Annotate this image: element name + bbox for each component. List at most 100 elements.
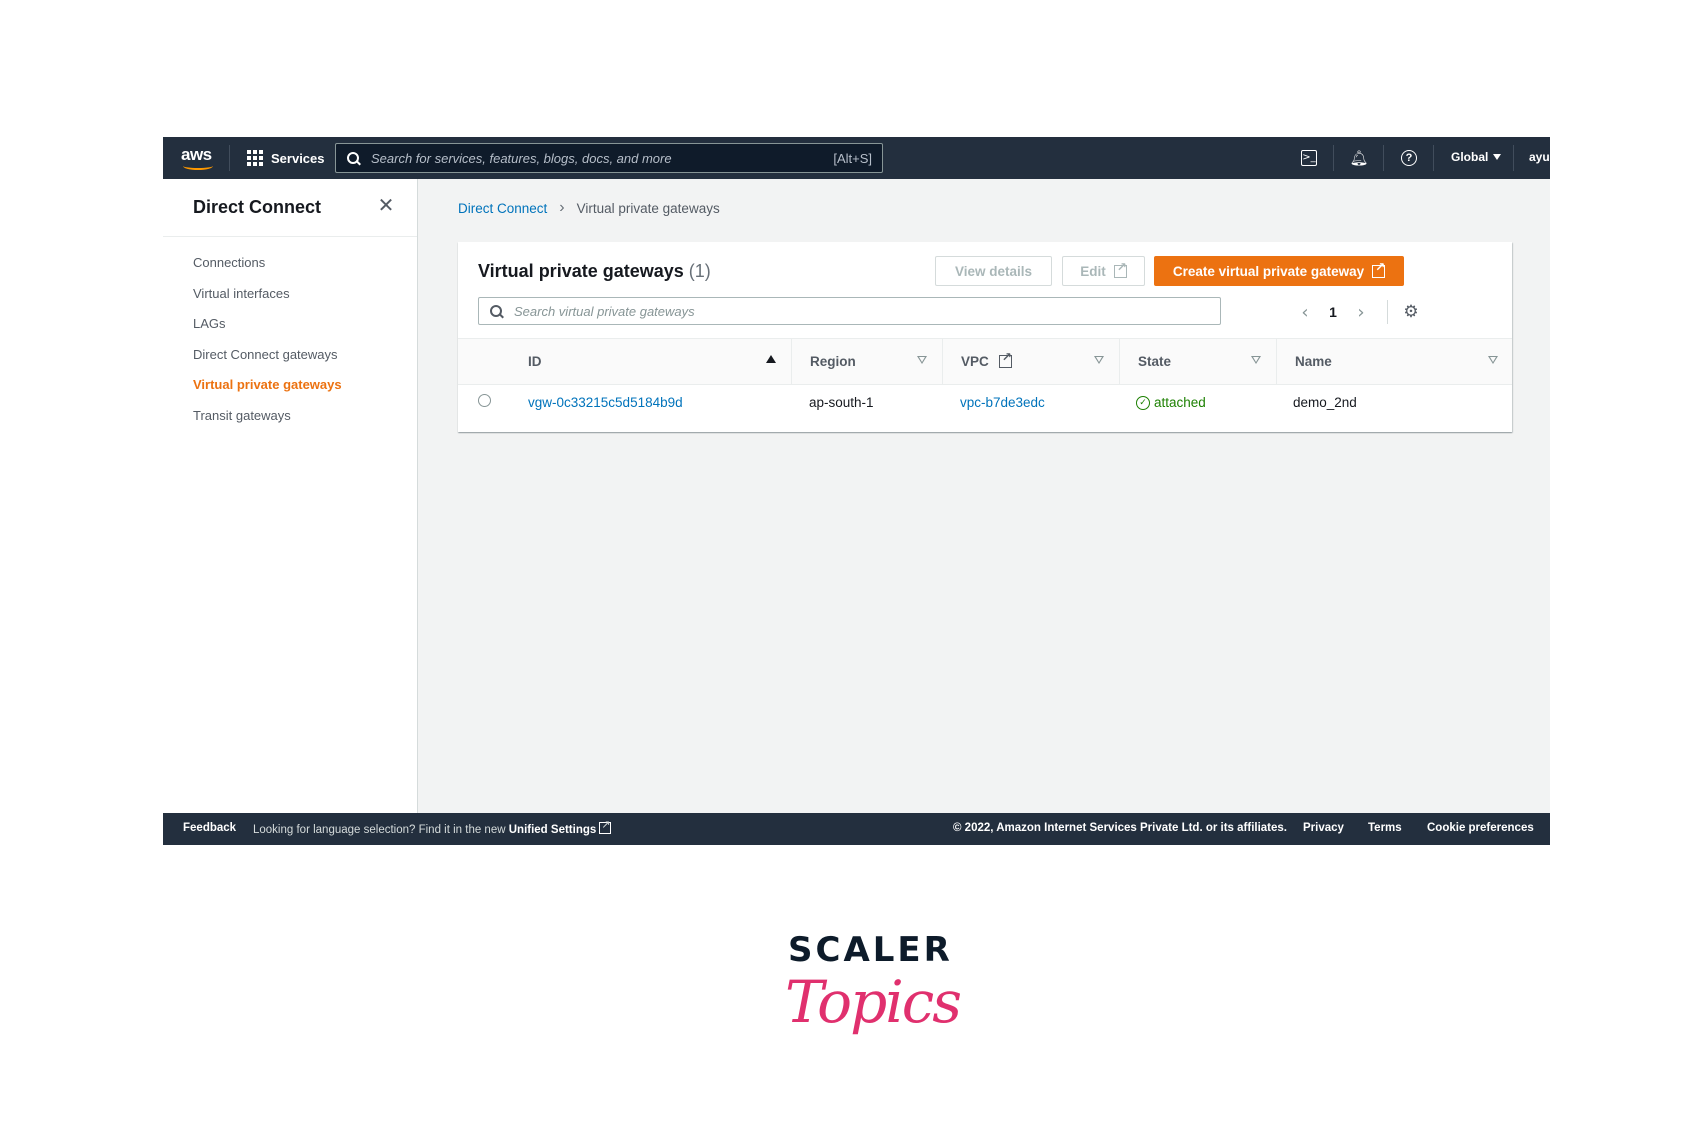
column-header-label: State <box>1138 354 1172 369</box>
search-icon <box>490 305 502 317</box>
sort-icon <box>1094 356 1104 364</box>
name-cell: demo_2nd <box>1293 395 1357 410</box>
nav-divider <box>1383 145 1384 171</box>
vpc-link[interactable]: vpc-b7de3edc <box>960 384 1045 421</box>
search-icon <box>347 152 359 164</box>
top-navigation: aws Services [Alt+S] >_ 🔔︎ ? Global <box>163 137 1550 179</box>
panel-title: Virtual private gateways (1) <box>478 261 711 282</box>
aws-logo[interactable]: aws <box>181 145 215 171</box>
check-circle-icon: ✓ <box>1136 395 1150 410</box>
nav-divider <box>1333 145 1334 171</box>
panel-title-text: Virtual private gateways <box>478 261 684 281</box>
gateway-id-link[interactable]: vgw-0c33215c5d5184b9d <box>528 384 683 421</box>
chevron-right-icon[interactable]: › <box>1351 302 1371 323</box>
external-link-icon <box>599 818 612 834</box>
sort-icon <box>917 356 927 364</box>
side-nav-title[interactable]: Direct Connect <box>193 197 321 218</box>
region-cell: ap-south-1 <box>809 395 874 410</box>
column-header-label: Name <box>1295 354 1332 369</box>
external-link-icon <box>998 350 1012 368</box>
unified-settings-link[interactable]: Unified Settings <box>509 824 597 836</box>
create-label: Create virtual private gateway <box>1172 263 1365 279</box>
table-row[interactable]: vgw-0c33215c5d5184b9d ap-south-1 vpc-b7d… <box>458 384 1512 421</box>
column-header-label: Region <box>810 354 856 369</box>
services-label: Services <box>271 150 325 166</box>
copyright: © 2022, Amazon Internet Services Private… <box>953 822 1287 834</box>
caret-down-icon <box>1493 154 1502 160</box>
search-shortcut: [Alt+S] <box>833 150 872 166</box>
sort-icon <box>1488 356 1498 364</box>
global-search-input[interactable] <box>369 149 834 167</box>
user-label: ayush <box>1529 150 1550 164</box>
privacy-link[interactable]: Privacy <box>1303 822 1344 834</box>
view-details-button[interactable]: View details <box>935 256 1052 286</box>
table-header: ID Region VPC State Name <box>458 338 1512 385</box>
side-navigation: Direct Connect ✕ Connections Virtual int… <box>163 179 418 813</box>
aws-smile-icon <box>183 162 213 170</box>
region-label: Global <box>1451 150 1489 164</box>
grid-icon <box>247 150 263 166</box>
page-number[interactable]: 1 <box>1315 304 1351 320</box>
create-virtual-private-gateway-button[interactable]: Create virtual private gateway <box>1154 256 1404 286</box>
feedback-link[interactable]: Feedback <box>183 822 236 834</box>
sort-icon <box>1251 356 1261 364</box>
table-search-input[interactable] <box>512 302 1220 320</box>
pagination: ‹ 1 › ⚙ <box>1295 300 1422 324</box>
cookie-preferences-link[interactable]: Cookie preferences <box>1427 822 1534 834</box>
external-link-icon <box>1113 260 1127 278</box>
row-select-radio[interactable] <box>478 394 491 407</box>
help-button[interactable]: ? <box>1399 148 1419 168</box>
aws-console: aws Services [Alt+S] >_ 🔔︎ ? Global <box>163 137 1550 845</box>
state-label: attached <box>1154 395 1206 410</box>
terms-link[interactable]: Terms <box>1368 822 1402 834</box>
divider <box>1387 300 1388 324</box>
notifications-button[interactable]: 🔔︎ <box>1349 148 1369 168</box>
gear-icon[interactable]: ⚙ <box>1400 302 1422 322</box>
sidebar-item-virtual-interfaces[interactable]: Virtual interfaces <box>193 284 342 315</box>
nav-divider <box>229 145 230 171</box>
sort-ascending-icon <box>766 355 776 363</box>
view-details-label: View details <box>954 263 1033 279</box>
sidebar-item-connections[interactable]: Connections <box>193 253 342 284</box>
chevron-left-icon[interactable]: ‹ <box>1295 302 1315 323</box>
services-menu-button[interactable]: Services <box>247 148 325 168</box>
gateways-table-panel: Virtual private gateways (1) View detail… <box>458 242 1512 432</box>
region-selector[interactable]: Global <box>1451 150 1502 164</box>
nav-divider <box>1513 145 1514 171</box>
footer: Feedback Looking for language selection?… <box>163 813 1550 845</box>
close-icon[interactable]: ✕ <box>375 195 397 217</box>
breadcrumb-root-link[interactable]: Direct Connect <box>458 201 547 216</box>
column-header-label: VPC <box>961 354 989 369</box>
edit-button[interactable]: Edit <box>1062 256 1145 286</box>
account-menu[interactable]: ayush <box>1529 150 1550 164</box>
sidebar-item-virtual-private-gateways[interactable]: Virtual private gateways <box>193 375 342 406</box>
external-link-icon <box>1372 260 1385 278</box>
edit-label: Edit <box>1080 263 1106 279</box>
column-header-state[interactable]: State <box>1119 339 1275 384</box>
brand-line-1: SCALER <box>788 930 953 970</box>
scaler-topics-logo: SCALER Topics <box>785 930 962 1060</box>
global-search[interactable]: [Alt+S] <box>335 143 883 173</box>
brand-line-2: Topics <box>785 968 962 1036</box>
table-search[interactable] <box>478 297 1221 325</box>
divider <box>163 236 417 237</box>
sidebar-item-lags[interactable]: LAGs <box>193 314 342 345</box>
help-icon: ? <box>1401 150 1417 166</box>
nav-divider <box>1433 145 1434 171</box>
state-cell: ✓ attached <box>1136 384 1206 421</box>
column-header-vpc[interactable]: VPC <box>942 339 1118 384</box>
sidebar-item-direct-connect-gateways[interactable]: Direct Connect gateways <box>193 345 342 376</box>
column-header-name[interactable]: Name <box>1276 339 1512 384</box>
language-notice: Looking for language selection? Find it … <box>253 818 612 836</box>
language-notice-text: Looking for language selection? Find it … <box>253 824 506 836</box>
sidebar-item-transit-gateways[interactable]: Transit gateways <box>193 406 342 437</box>
cloudshell-button[interactable]: >_ <box>1299 148 1319 168</box>
side-nav-list: Connections Virtual interfaces LAGs Dire… <box>193 253 342 436</box>
chevron-right-icon: › <box>559 199 565 216</box>
column-header-id[interactable]: ID <box>510 339 790 384</box>
breadcrumb: Direct Connect › Virtual private gateway… <box>458 199 720 217</box>
column-header-region[interactable]: Region <box>791 339 941 384</box>
breadcrumb-current: Virtual private gateways <box>576 200 720 216</box>
column-header-label: ID <box>528 354 542 369</box>
panel-count: (1) <box>688 261 711 281</box>
